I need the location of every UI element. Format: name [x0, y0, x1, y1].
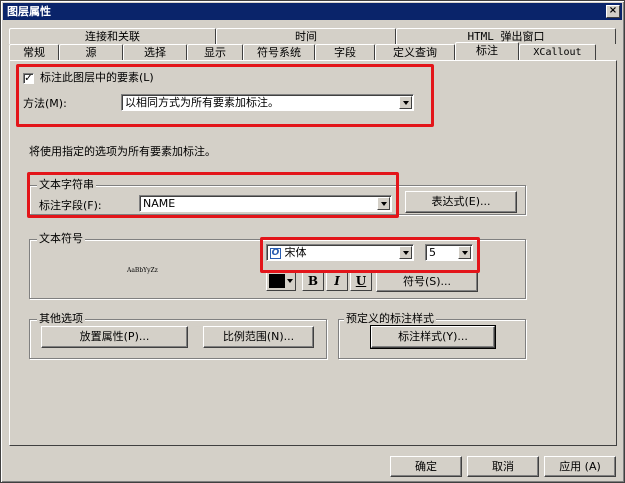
tab-labels[interactable]: 标注 [455, 42, 519, 60]
tab-xcallout[interactable]: XCallout [519, 44, 596, 60]
italic-button[interactable]: I [326, 271, 348, 291]
label-features-label: 标注此图层中的要素(L) [40, 71, 154, 84]
tab-symbology[interactable]: 符号系统 [243, 44, 315, 60]
close-icon[interactable]: × [606, 5, 620, 18]
bold-button[interactable]: B [302, 271, 324, 291]
symbol-button[interactable]: 符号(S)... [376, 271, 478, 292]
tab-display[interactable]: 显示 [187, 44, 243, 60]
method-select[interactable]: 以相同方式为所有要素加标注。 [121, 94, 414, 111]
tab-time[interactable]: 时间 [216, 28, 396, 44]
chevron-down-icon[interactable] [458, 246, 471, 259]
scale-range-button[interactable]: 比例范围(N)... [203, 326, 314, 348]
chevron-down-icon[interactable] [399, 246, 412, 259]
tab-row-back: 连接和关联 时间 HTML 弹出窗口 [9, 28, 616, 44]
tab-joins-relates[interactable]: 连接和关联 [9, 28, 216, 44]
font-size-value: 5 [429, 246, 436, 259]
tab-source[interactable]: 源 [59, 44, 123, 60]
chevron-down-icon[interactable] [377, 197, 390, 210]
apply-button[interactable]: 应用 (A) [544, 456, 616, 477]
info-text: 将使用指定的选项为所有要素加标注。 [29, 145, 216, 158]
font-value: 宋体 [284, 246, 307, 259]
tab-row-front: 常规 源 选择 显示 符号系统 字段 定义查询 标注 XCallout [9, 42, 596, 60]
tab-fields[interactable]: 字段 [315, 44, 375, 60]
tab-definition-query[interactable]: 定义查询 [375, 44, 455, 60]
underline-button[interactable]: U [350, 271, 372, 291]
label-features-checkbox[interactable]: ✓ [23, 73, 34, 84]
cancel-button[interactable]: 取消 [467, 456, 539, 477]
ok-button[interactable]: 确定 [390, 456, 462, 477]
method-label: 方法(M): [23, 97, 67, 110]
symbol-preview: AaBbYyZz [127, 267, 158, 274]
chevron-down-icon[interactable] [399, 96, 412, 109]
expression-button[interactable]: 表达式(E)... [405, 191, 517, 213]
color-swatch [269, 274, 285, 288]
text-symbol-title: 文本符号 [37, 232, 85, 245]
other-options-title: 其他选项 [37, 312, 85, 325]
label-field-value: NAME [143, 197, 176, 210]
layer-properties-dialog: 图层属性 × 连接和关联 时间 HTML 弹出窗口 常规 源 选择 显示 符号系… [0, 0, 625, 483]
font-size-select[interactable]: 5 [425, 244, 473, 261]
method-value: 以相同方式为所有要素加标注。 [125, 96, 279, 109]
font-type-icon: O [270, 247, 281, 259]
font-select[interactable]: O 宋体 [266, 244, 414, 261]
label-field-select[interactable]: NAME [139, 195, 392, 212]
tab-selection[interactable]: 选择 [123, 44, 187, 60]
labels-tab-panel: ✓ 标注此图层中的要素(L) 方法(M): 以相同方式为所有要素加标注。 将使用… [9, 60, 617, 446]
tab-general[interactable]: 常规 [9, 44, 59, 60]
predefined-styles-title: 预定义的标注样式 [344, 312, 436, 325]
title-bar: 图层属性 × [3, 3, 622, 20]
window-title: 图层属性 [7, 5, 51, 18]
text-color-button[interactable] [266, 271, 296, 291]
placement-properties-button[interactable]: 放置属性(P)... [41, 326, 188, 348]
label-field-label: 标注字段(F): [39, 199, 102, 212]
label-styles-button[interactable]: 标注样式(Y)... [370, 325, 496, 349]
chevron-down-icon [287, 279, 293, 283]
text-string-title: 文本字符串 [37, 178, 96, 191]
